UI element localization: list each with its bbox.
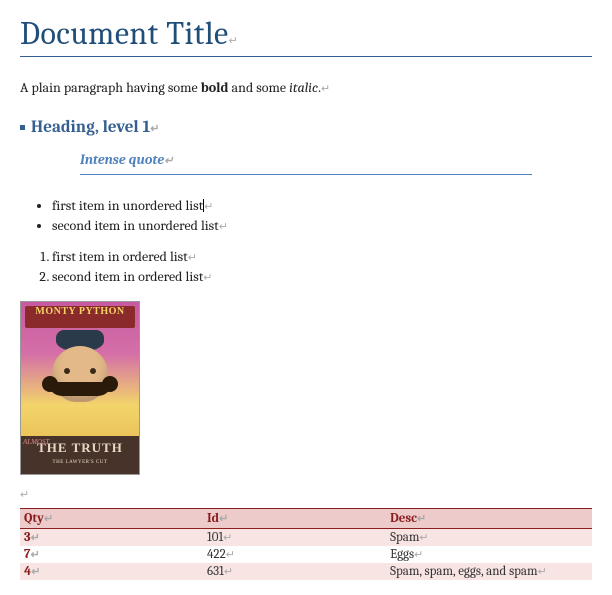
table-cell-id: 631↵ [203, 563, 386, 580]
table-row: 3↵ 101↵ Spam↵ [20, 529, 592, 547]
heading-level-1: Heading, level 1↵ [20, 118, 592, 137]
pilcrow: ↵ [203, 271, 212, 284]
table-cell-desc: Eggs↵ [386, 546, 592, 563]
intense-quote-text: Intense quote↵ [80, 151, 532, 168]
list-item: first item in ordered list↵ [52, 248, 592, 265]
image-eyes-icon [60, 368, 100, 376]
image-banner: MONTY PYTHON [25, 306, 135, 328]
list-item-text: first item in unordered list [52, 197, 203, 214]
heading-bullet-icon [20, 125, 25, 130]
pilcrow: ↵ [31, 531, 40, 544]
ordered-list: first item in ordered list↵ second item … [20, 248, 592, 285]
image-mustache-icon [48, 382, 112, 396]
heading-text: Heading, level 1 [31, 118, 150, 137]
pilcrow: ↵ [223, 531, 232, 544]
list-item: first item in unordered list↵ [52, 197, 592, 214]
image-truth-text: THE TRUTH [37, 440, 123, 455]
list-item-text: second item in ordered list [52, 268, 203, 285]
table-header-id: Id↵ [203, 509, 386, 529]
pilcrow: ↵ [414, 548, 423, 561]
list-item-text: second item in unordered list [52, 217, 219, 234]
unordered-list: first item in unordered list↵ second ite… [20, 197, 592, 234]
quote-divider [80, 174, 532, 175]
image-truth-band: ALMOST THE TRUTH THE LAWYER'S CUT [21, 436, 139, 474]
td-text: 631 [207, 564, 224, 579]
td-text: 422 [207, 547, 226, 562]
pilcrow: ↵ [321, 82, 330, 95]
td-text: Spam, spam, eggs, and spam [390, 564, 538, 579]
pilcrow: ↵ [31, 565, 40, 578]
pilcrow: ↵ [229, 34, 239, 47]
td-text: 101 [207, 530, 223, 545]
pilcrow: ↵ [224, 565, 233, 578]
table-cell-id: 101↵ [203, 529, 386, 547]
intense-quote-block: Intense quote↵ [80, 151, 532, 175]
pilcrow: ↵ [538, 565, 547, 578]
list-item-text: first item in ordered list [52, 248, 188, 265]
table-row: 4↵ 631↵ Spam, spam, eggs, and spam↵ [20, 563, 592, 580]
pilcrow: ↵ [44, 512, 53, 525]
para-mid: and some [228, 79, 289, 96]
th-text: Id [207, 511, 219, 526]
pilcrow: ↵ [226, 548, 235, 561]
image-sub-text: THE LAWYER'S CUT [21, 460, 139, 465]
pilcrow: ↵ [188, 251, 197, 264]
data-table: Qty↵ Id↵ Desc↵ 3↵ 101↵ Spam↵ 7↵ 422↵ Egg… [20, 509, 592, 580]
table-cell-desc: Spam↵ [386, 529, 592, 547]
document-title: Document Title↵ [20, 15, 592, 57]
table-header-row: Qty↵ Id↵ Desc↵ [20, 509, 592, 529]
pilcrow: ↵ [20, 488, 29, 501]
para-italic: italic [289, 79, 318, 96]
table-cell-id: 422↵ [203, 546, 386, 563]
table-cell-qty: 3↵ [20, 529, 203, 547]
plain-paragraph: A plain paragraph having some bold and s… [20, 79, 592, 96]
pilcrow: ↵ [219, 512, 228, 525]
image-almost-text: ALMOST [23, 438, 49, 446]
pilcrow: ↵ [417, 512, 426, 525]
title-text: Document Title [20, 15, 229, 52]
para-bold: bold [201, 79, 229, 96]
table-cell-desc: Spam, spam, eggs, and spam↵ [386, 563, 592, 580]
table-cell-qty: 4↵ [20, 563, 203, 580]
td-text: 3 [24, 530, 31, 545]
td-text: Eggs [390, 547, 414, 562]
pilcrow: ↵ [204, 200, 213, 213]
para-pre: A plain paragraph having some [20, 79, 201, 96]
list-item: second item in unordered list↵ [52, 217, 592, 234]
pilcrow: ↵ [30, 548, 39, 561]
table-header-desc: Desc↵ [386, 509, 592, 529]
table-header-qty: Qty↵ [20, 509, 203, 529]
th-text: Desc [390, 511, 417, 526]
list-item: second item in ordered list↵ [52, 268, 592, 285]
pilcrow: ↵ [150, 122, 159, 135]
intense-quote-value: Intense quote [80, 151, 164, 168]
td-text: Spam [390, 530, 419, 545]
embedded-image: MONTY PYTHON ALMOST THE TRUTH THE LAWYER… [20, 301, 140, 475]
table-row: 7↵ 422↵ Eggs↵ [20, 546, 592, 563]
pilcrow: ↵ [164, 154, 173, 167]
th-text: Qty [24, 511, 44, 526]
table-cell-qty: 7↵ [20, 546, 203, 563]
pilcrow: ↵ [219, 220, 228, 233]
pilcrow: ↵ [419, 531, 428, 544]
